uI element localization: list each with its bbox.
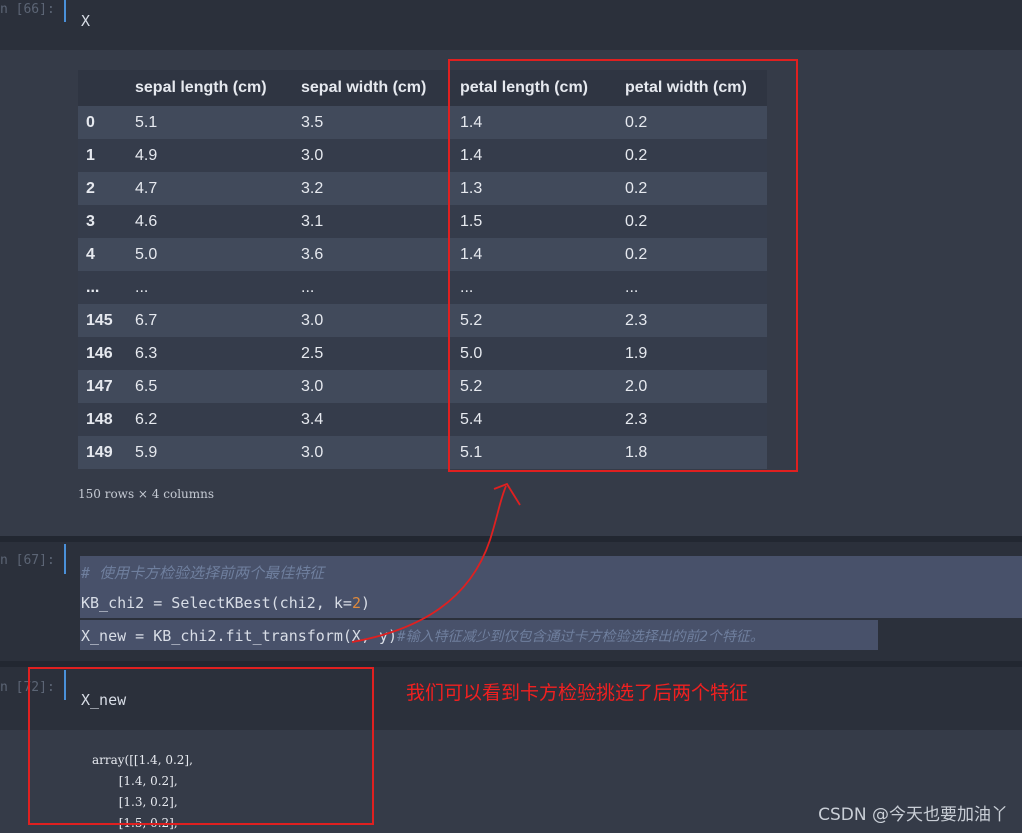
annotation-text: 我们可以看到卡方检验挑选了后两个特征 [406,682,749,704]
annotation-arrow-icon [351,482,521,643]
watermark: CSDN @今天也要加油丫 [818,805,1008,825]
